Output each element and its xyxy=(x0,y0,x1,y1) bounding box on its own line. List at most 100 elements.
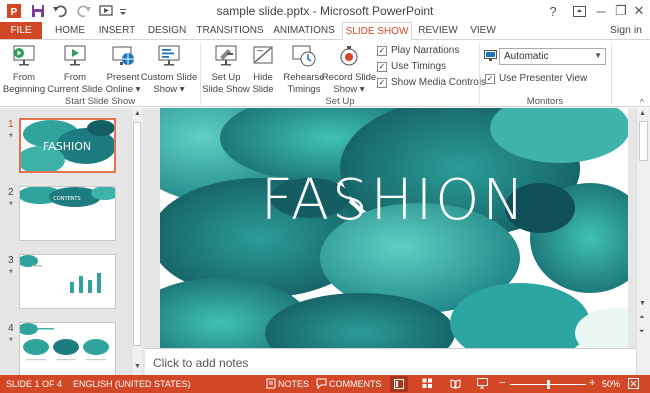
hide-slide-button[interactable]: Hide Slide xyxy=(249,41,277,95)
fit-slide-to-window-icon[interactable] xyxy=(628,378,639,389)
language-indicator[interactable]: ENGLISH (UNITED STATES) xyxy=(73,379,191,389)
current-slide[interactable]: FASHION xyxy=(160,108,628,348)
tab-insert[interactable]: INSERT xyxy=(96,22,138,39)
set-up-label-1: Set Up xyxy=(211,72,241,83)
from-beginning-label-2: Beginning xyxy=(2,84,46,95)
status-bar: SLIDE 1 OF 4 ENGLISH (UNITED STATES) NOT… xyxy=(0,375,650,393)
use-presenter-view-checkbox[interactable]: ✓ Use Presenter View xyxy=(485,73,587,84)
thumbnail-image xyxy=(20,323,115,376)
animation-star-icon: * xyxy=(9,268,13,279)
hide-slide-label-2: Slide xyxy=(252,84,274,95)
from-current-slide-button[interactable]: From Current Slide xyxy=(47,41,103,95)
thumbnail-title: FASHION xyxy=(43,140,91,153)
help-button[interactable]: ? xyxy=(540,0,566,22)
tab-slide-show[interactable]: SLIDE SHOW xyxy=(342,22,412,40)
tab-home[interactable]: HOME xyxy=(50,22,90,39)
record-slide-show-button[interactable]: Record Slide Show ▾ xyxy=(321,41,377,95)
tab-review[interactable]: REVIEW xyxy=(416,22,460,39)
use-presenter-view-label: Use Presenter View xyxy=(499,73,588,84)
use-timings-checkbox[interactable]: ✓ Use Timings xyxy=(377,61,446,72)
show-media-controls-label: Show Media Controls xyxy=(391,77,487,88)
notes-button[interactable]: NOTES xyxy=(278,379,309,389)
tab-file[interactable]: FILE xyxy=(0,22,42,39)
tab-transitions[interactable]: TRANSITIONS xyxy=(196,22,264,39)
zoom-out-button[interactable]: − xyxy=(499,377,505,389)
thumbnail-scrollbar[interactable]: ▲ ▼ xyxy=(131,108,142,375)
slide-number: 2 xyxy=(8,187,14,198)
tab-design[interactable]: DESIGN xyxy=(145,22,189,39)
show-media-controls-check-icon: ✓ xyxy=(377,77,387,88)
start-from-beginning-icon[interactable] xyxy=(98,3,114,19)
svg-text:P: P xyxy=(11,7,18,18)
custom-slide-show-button[interactable]: Custom Slide Show ▾ xyxy=(141,41,197,95)
monitor-select-value: Automatic xyxy=(504,51,549,62)
close-button[interactable]: ✕ xyxy=(626,0,650,22)
customize-qat-icon[interactable] xyxy=(118,3,128,19)
hide-slide-icon xyxy=(253,46,273,64)
use-timings-label: Use Timings xyxy=(391,61,447,72)
rehearse-timings-icon xyxy=(292,45,316,67)
comments-button[interactable]: COMMENTS xyxy=(329,379,382,389)
play-narrations-checkbox[interactable]: ✓ Play Narrations xyxy=(377,45,459,56)
scroll-thumb[interactable] xyxy=(133,122,141,346)
from-beginning-button[interactable]: From Beginning xyxy=(2,41,46,95)
from-beginning-icon xyxy=(13,45,35,66)
from-beginning-label-1: From xyxy=(12,72,36,83)
from-current-slide-icon xyxy=(64,45,86,66)
scroll-thumb[interactable] xyxy=(639,121,648,161)
zoom-in-button[interactable]: + xyxy=(589,377,595,389)
tab-view[interactable]: VIEW xyxy=(466,22,500,39)
present-online-button[interactable]: Present Online ▾ xyxy=(105,41,141,95)
scroll-up-icon[interactable]: ▲ xyxy=(639,110,646,117)
custom-show-label-2: Show ▾ xyxy=(153,84,185,95)
present-online-icon xyxy=(112,46,134,65)
ribbon: From Beginning From Current Slide Presen… xyxy=(0,39,650,107)
scroll-down-icon[interactable]: ▼ xyxy=(134,363,141,370)
ribbon-display-icon xyxy=(572,5,586,17)
slide-thumbnail-3[interactable] xyxy=(19,254,116,309)
save-icon[interactable] xyxy=(30,3,46,19)
group-label-monitors: Monitors xyxy=(526,96,564,107)
tab-animations[interactable]: ANIMATIONS xyxy=(270,22,338,39)
show-media-controls-checkbox[interactable]: ✓ Show Media Controls xyxy=(377,77,486,88)
scroll-up-icon[interactable]: ▲ xyxy=(134,110,141,117)
thumbnail-chart-bar xyxy=(79,276,83,293)
custom-slide-show-icon xyxy=(158,45,180,66)
collapse-ribbon-button[interactable]: ^ xyxy=(640,97,644,107)
reading-view-icon[interactable] xyxy=(450,378,461,389)
thumbnail-title: CONTENTS xyxy=(53,196,80,202)
previous-slide-icon[interactable]: ⏶ xyxy=(639,314,645,322)
notes-pane[interactable]: Click to add notes xyxy=(145,348,636,375)
undo-icon[interactable] xyxy=(52,3,68,19)
monitor-select[interactable]: Automatic ▼ xyxy=(499,48,606,65)
play-narrations-label: Play Narrations xyxy=(391,45,460,56)
work-area: 1 * FASHION 2 * CONTENTS 3 * 4 * ▲ ▼ FAS… xyxy=(0,108,650,377)
set-up-slide-show-button[interactable]: Set Up Slide Show xyxy=(202,41,250,95)
normal-view-button[interactable] xyxy=(390,376,408,392)
redo-icon[interactable] xyxy=(76,3,92,19)
slide-thumbnail-4[interactable] xyxy=(19,322,116,377)
rehearse-label-1: Rehearse xyxy=(283,72,325,83)
record-label-1: Record Slide xyxy=(321,72,377,83)
slide-thumbnail-1[interactable]: FASHION xyxy=(19,118,116,173)
group-label-set-up: Set Up xyxy=(325,96,355,107)
group-separator xyxy=(611,43,612,105)
slide-title[interactable]: FASHION xyxy=(160,168,628,233)
slide-thumbnail-2[interactable]: CONTENTS xyxy=(19,186,116,241)
next-slide-icon[interactable]: ⏷ xyxy=(639,328,645,336)
notes-icon xyxy=(266,378,276,389)
sign-in-link[interactable]: Sign in xyxy=(610,24,642,36)
normal-view-icon xyxy=(394,379,404,389)
zoom-level[interactable]: 50% xyxy=(602,379,620,389)
powerpoint-logo-icon: P xyxy=(7,4,21,18)
slide-editing-canvas: FASHION xyxy=(145,108,638,348)
rehearse-timings-button[interactable]: Rehearse Timings xyxy=(283,41,325,95)
scroll-down-icon[interactable]: ▼ xyxy=(639,300,646,307)
slide-sorter-icon[interactable] xyxy=(422,378,433,389)
slide-scrollbar[interactable]: ▲ ▼ ⏶ ⏷ xyxy=(636,108,650,375)
set-up-label-2: Slide Show xyxy=(202,84,250,95)
zoom-slider[interactable] xyxy=(510,380,586,389)
slide-indicator: SLIDE 1 OF 4 xyxy=(6,379,63,389)
slide-show-view-icon[interactable] xyxy=(477,378,488,389)
zoom-slider-thumb[interactable] xyxy=(546,380,550,389)
